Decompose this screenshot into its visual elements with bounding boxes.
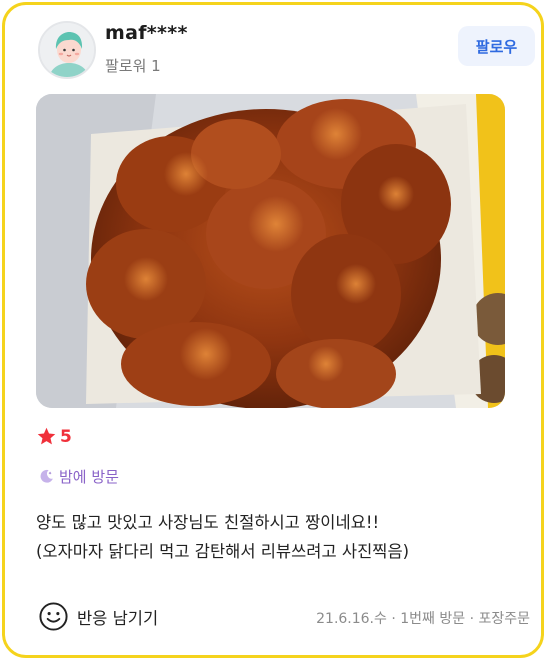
visit-meta: 21.6.16.수 · 1번째 방문 · 포장주문 bbox=[316, 611, 530, 627]
follower-count: 팔로워 1 bbox=[105, 57, 161, 75]
username[interactable]: maf**** bbox=[105, 22, 188, 44]
rating: 5 bbox=[36, 426, 72, 447]
leave-reaction-label: 반응 남기기 bbox=[77, 608, 159, 628]
review-photo[interactable] bbox=[36, 94, 505, 408]
smile-icon bbox=[39, 602, 68, 631]
moon-icon bbox=[40, 469, 53, 483]
avatar[interactable] bbox=[38, 21, 96, 79]
review-line: 양도 많고 맛있고 사장님도 친절하시고 짱이네요!! bbox=[36, 513, 380, 532]
fried-chicken-photo-icon bbox=[36, 94, 505, 408]
user-avatar-icon bbox=[40, 23, 94, 77]
review-text: 양도 많고 맛있고 사장님도 친절하시고 짱이네요!! (오자마자 닭다리 먹고… bbox=[36, 508, 526, 566]
review-card: maf**** 팔로워 1 팔로우 5 밤에 방문 양도 많고 맛있고 사장님도… bbox=[2, 2, 544, 658]
follow-button[interactable]: 팔로우 bbox=[458, 26, 535, 66]
star-icon bbox=[37, 427, 56, 445]
visit-label: 밤에 방문 bbox=[59, 468, 119, 486]
review-line: (오자마자 닭다리 먹고 감탄해서 리뷰쓰려고 사진찍음) bbox=[36, 542, 410, 561]
leave-reaction-button[interactable]: 반응 남기기 bbox=[38, 601, 158, 632]
rating-value: 5 bbox=[60, 426, 72, 447]
visit-tag: 밤에 방문 bbox=[38, 466, 119, 487]
